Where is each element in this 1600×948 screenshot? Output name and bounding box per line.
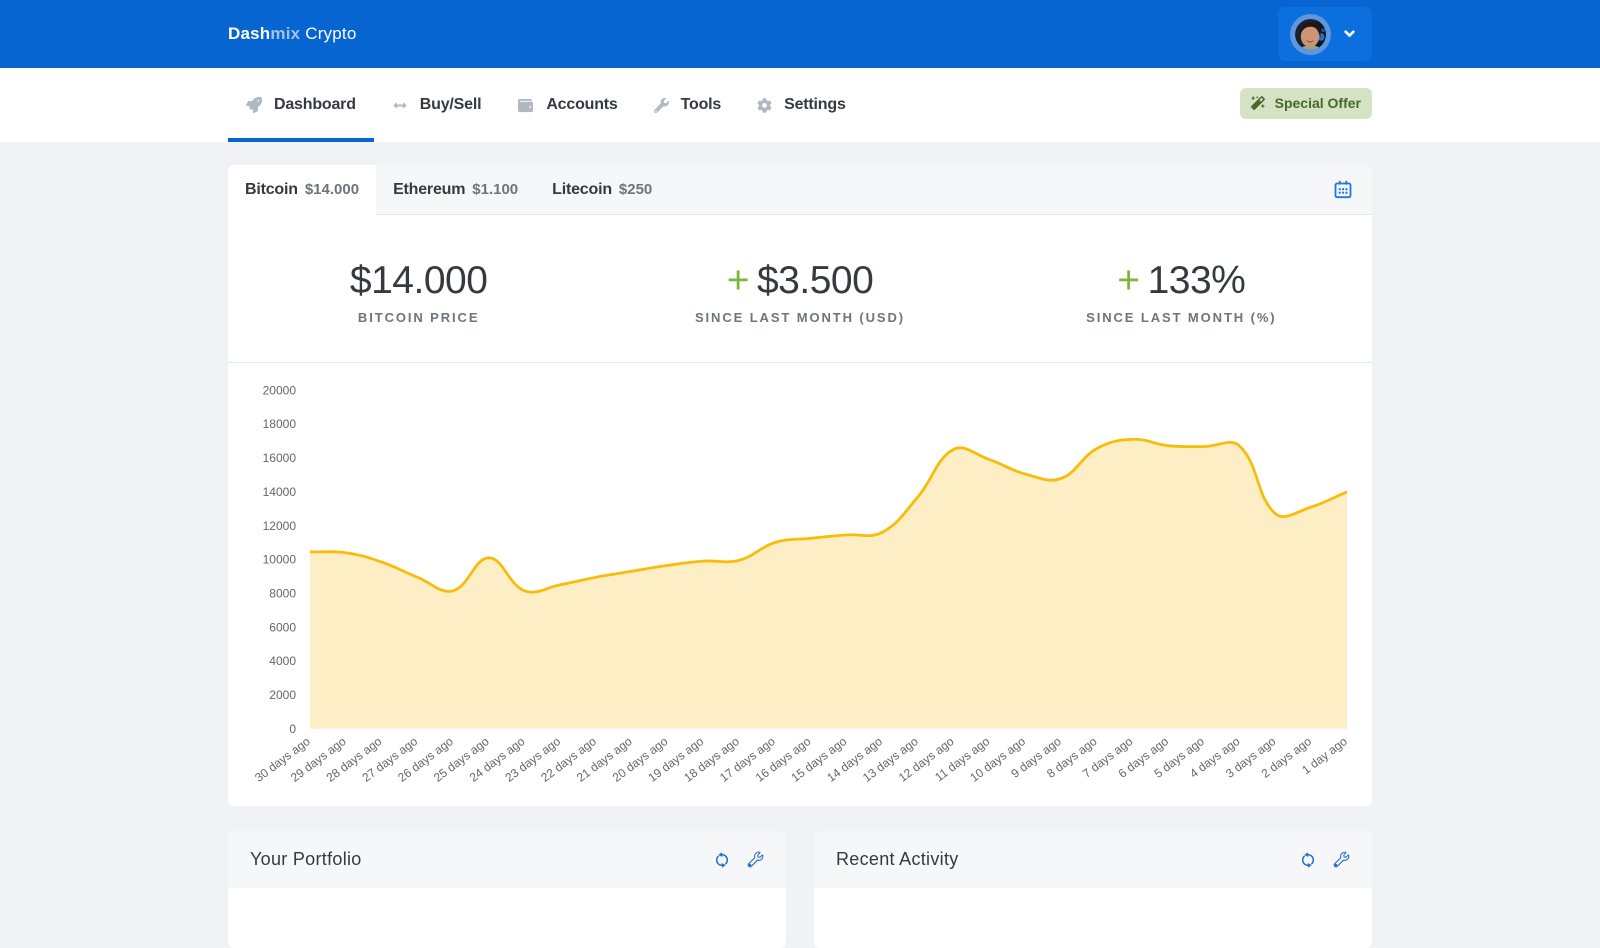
svg-text:10000: 10000	[263, 553, 297, 567]
svg-text:4000: 4000	[269, 654, 296, 668]
svg-text:20000: 20000	[263, 383, 297, 397]
svg-text:8000: 8000	[269, 587, 296, 601]
svg-text:18000: 18000	[263, 417, 297, 431]
svg-text:16000: 16000	[263, 451, 297, 465]
svg-text:6000: 6000	[269, 620, 296, 634]
svg-text:0: 0	[289, 722, 296, 736]
svg-text:14000: 14000	[263, 485, 297, 499]
svg-text:2000: 2000	[269, 688, 296, 702]
svg-text:12000: 12000	[263, 519, 297, 533]
